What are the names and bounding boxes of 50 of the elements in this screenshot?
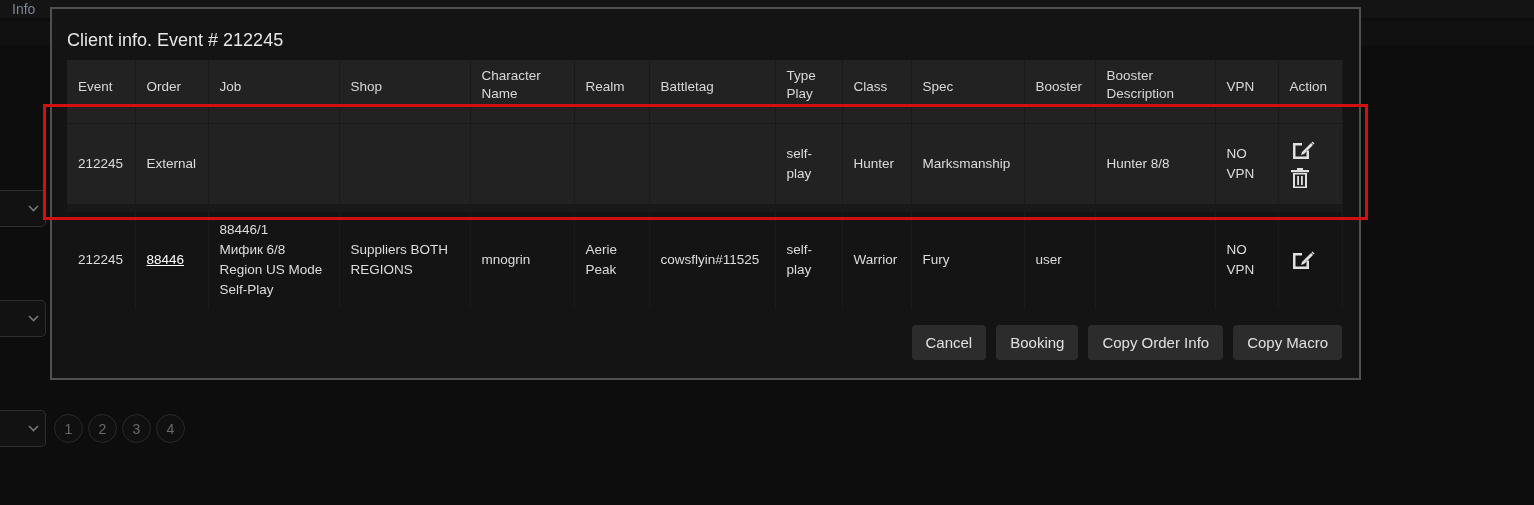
table-cell: NO VPN — [1226, 145, 1255, 181]
table-cell: External — [146, 155, 197, 171]
select-field[interactable] — [0, 190, 46, 227]
page-button[interactable]: 4 — [156, 414, 185, 443]
table-cell: 88446/1 Мифик 6/8 Region US Mode Self-Play — [219, 222, 323, 297]
table-cell: Hunter — [853, 155, 895, 171]
table-cell: 212245 — [78, 155, 124, 171]
modal-title: Client info. Event # 212245 — [67, 29, 285, 52]
dialog-button[interactable]: Cancel — [911, 325, 987, 360]
order-link[interactable]: 88446 — [146, 252, 185, 267]
table-cell: Suppliers BOTH REGIONS — [350, 242, 449, 277]
table-cell: NO VPN — [1226, 242, 1255, 277]
column-header: Battletag — [649, 60, 775, 123]
table-cell: Warrior — [853, 252, 898, 267]
column-header: Action — [1278, 60, 1342, 123]
table-cell: user — [1035, 252, 1062, 267]
table-cell: self-play — [786, 145, 812, 181]
select-field[interactable] — [0, 300, 46, 337]
column-header: Booster Description — [1095, 60, 1215, 123]
dialog-button[interactable]: Booking — [996, 325, 1079, 360]
column-header: VPN — [1215, 60, 1278, 123]
table-cell: self-play — [786, 242, 812, 277]
chevron-icon — [28, 425, 39, 432]
column-header: Event — [67, 60, 135, 123]
column-header: Type Play — [775, 60, 842, 123]
select-field[interactable] — [0, 410, 46, 447]
page-button[interactable]: 1 — [54, 414, 83, 443]
column-header: Class — [842, 60, 911, 123]
trash-icon[interactable] — [1289, 166, 1310, 189]
dialog-button[interactable]: Copy Macro — [1233, 325, 1342, 360]
column-header: Order — [135, 60, 208, 123]
table-cell: 212245 — [78, 252, 124, 267]
column-header: Booster — [1024, 60, 1095, 123]
column-header: Character Name — [470, 60, 574, 123]
column-header: Realm — [574, 60, 649, 123]
column-header: Shop — [339, 60, 470, 123]
column-header: Job — [208, 60, 339, 123]
tab[interactable]: Info — [12, 0, 36, 18]
page-button[interactable]: 2 — [88, 414, 117, 443]
chevron-icon — [28, 205, 39, 212]
page-button[interactable]: 3 — [122, 414, 151, 443]
table-cell: cowsflyin#11525 — [660, 252, 760, 267]
dialog-button[interactable]: Copy Order Info — [1088, 325, 1224, 360]
table-cell: Hunter 8/8 — [1106, 155, 1170, 171]
table-cell: Marksmanship — [922, 155, 1011, 171]
table-cell: Aerie Peak — [585, 242, 617, 277]
table-cell: Fury — [922, 252, 950, 267]
chevron-icon — [28, 315, 39, 322]
table-cell: mnogrin — [481, 252, 531, 267]
column-header: Spec — [911, 60, 1024, 123]
